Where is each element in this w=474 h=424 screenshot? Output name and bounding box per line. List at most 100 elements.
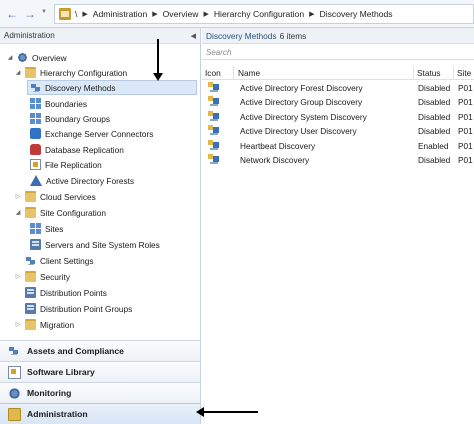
tree-item-distribution-point-groups[interactable]: Distribution Point Groups — [25, 301, 132, 316]
back-arrow-icon[interactable]: ← — [4, 5, 20, 23]
monitoring-icon — [8, 386, 21, 400]
folder-icon — [25, 271, 36, 282]
gear-icon — [17, 52, 28, 63]
row-status: Enabled — [418, 141, 449, 151]
chevron-right-icon: ▶ — [203, 11, 209, 18]
row-site: P01 — [458, 112, 473, 122]
navigation-pane-title: Administration — [4, 31, 55, 40]
row-status: Disabled — [418, 112, 451, 122]
tree-item-boundary-groups[interactable]: Boundary Groups — [30, 111, 110, 126]
expanded-icon[interactable]: ◢ — [6, 54, 14, 62]
table-row[interactable]: Heartbeat Discovery Enabled P01 — [202, 139, 474, 153]
results-title: Discovery Methods — [206, 30, 277, 41]
workspace-administration[interactable]: Administration — [0, 403, 200, 424]
row-name: Active Directory System Discovery — [240, 112, 367, 122]
folder-icon — [25, 207, 36, 218]
tree-item-overview[interactable]: ◢ Overview — [6, 50, 67, 65]
navigation-pane-header: Administration ◀ — [0, 28, 200, 44]
breadcrumb-overview[interactable]: Overview ▶ — [163, 9, 214, 19]
collapsed-icon[interactable]: ▷ — [14, 193, 22, 201]
tree-item-site-configuration[interactable]: ◢ Site Configuration — [14, 205, 106, 220]
column-divider[interactable] — [413, 66, 414, 80]
row-site: P01 — [458, 83, 473, 93]
row-status: Disabled — [418, 97, 451, 107]
chevron-right-icon: ▶ — [309, 11, 315, 18]
tree-item-servers-and-site-system-roles[interactable]: Servers and Site System Roles — [30, 237, 160, 252]
breadcrumb-hierarchy-configuration[interactable]: Hierarchy Configuration ▶ — [214, 9, 320, 19]
tree-item-migration[interactable]: ▷ Migration — [14, 317, 74, 332]
row-site: P01 — [458, 155, 473, 165]
forest-icon — [30, 175, 42, 186]
column-header-status[interactable]: Status — [417, 68, 441, 78]
row-site: P01 — [458, 126, 473, 136]
assets-icon — [8, 344, 21, 358]
breadcrumb-root[interactable]: \ ▶ — [75, 9, 93, 19]
table-row[interactable]: Network Discovery Disabled P01 — [202, 153, 474, 167]
collapse-pane-icon[interactable]: ◀ — [191, 32, 196, 40]
server-icon — [30, 239, 41, 250]
collapsed-icon[interactable]: ▷ — [14, 273, 22, 281]
discovery-method-icon — [208, 125, 219, 136]
breadcrumb-discovery-methods[interactable]: Discovery Methods — [320, 9, 393, 19]
row-name: Active Directory User Discovery — [240, 126, 357, 136]
forward-arrow-icon[interactable]: → — [22, 5, 38, 23]
table-header: Icon Name Status Site — [202, 66, 474, 80]
annotation-arrow-down — [153, 39, 163, 81]
chevron-right-icon: ▶ — [152, 11, 158, 18]
expanded-icon[interactable]: ◢ — [14, 209, 22, 217]
client-settings-icon — [25, 255, 36, 266]
expanded-icon[interactable]: ◢ — [14, 69, 22, 77]
column-header-icon[interactable]: Icon — [205, 68, 221, 78]
tree-item-active-directory-forests[interactable]: Active Directory Forests — [30, 173, 134, 188]
row-site: P01 — [458, 97, 473, 107]
tree-item-discovery-methods[interactable]: Discovery Methods — [27, 80, 197, 95]
row-site: P01 — [458, 141, 473, 151]
history-dropdown-icon[interactable]: ▼ — [41, 9, 49, 17]
search-placeholder: Search — [206, 47, 232, 57]
tree-item-client-settings[interactable]: Client Settings — [25, 253, 94, 268]
discovery-method-icon — [208, 140, 219, 151]
tree-item-file-replication[interactable]: File Replication — [30, 157, 102, 172]
distribution-point-icon — [25, 287, 36, 298]
folder-icon — [25, 67, 36, 78]
workspace-software-library[interactable]: Software Library — [0, 361, 200, 382]
folder-icon — [25, 191, 36, 202]
computers-icon — [30, 82, 41, 93]
tree-item-cloud-services[interactable]: ▷ Cloud Services — [14, 189, 96, 204]
workspace-assets-and-compliance[interactable]: Assets and Compliance — [0, 340, 200, 361]
collapsed-icon[interactable]: ▷ — [14, 321, 22, 329]
table-row[interactable]: Active Directory System Discovery Disabl… — [202, 110, 474, 124]
navigation-pane: Administration ◀ ◢ Overview ◢ Hierarchy … — [0, 28, 201, 424]
sites-icon — [30, 223, 41, 234]
tree-item-boundaries[interactable]: Boundaries — [30, 96, 87, 111]
column-header-site[interactable]: Site — [457, 68, 471, 78]
discovery-method-icon — [208, 111, 219, 122]
boundaries-icon — [30, 98, 41, 109]
discovery-method-icon — [208, 154, 219, 165]
table-row[interactable]: Active Directory Group Discovery Disable… — [202, 95, 474, 109]
document-icon — [30, 159, 41, 170]
tree-item-database-replication[interactable]: Database Replication — [30, 142, 124, 157]
breadcrumb-administration[interactable]: Administration ▶ — [93, 9, 163, 19]
tree-item-security[interactable]: ▷ Security — [14, 269, 70, 284]
column-header-name[interactable]: Name — [238, 68, 260, 78]
row-name: Active Directory Group Discovery — [240, 97, 363, 107]
database-icon — [30, 144, 41, 155]
search-input[interactable]: Search — [202, 45, 474, 60]
tree-item-distribution-points[interactable]: Distribution Points — [25, 285, 107, 300]
console-icon — [59, 8, 71, 20]
chevron-right-icon: ▶ — [82, 11, 88, 18]
tree-item-sites[interactable]: Sites — [30, 221, 63, 236]
tree-item-exchange-server-connectors[interactable]: Exchange Server Connectors — [30, 126, 153, 141]
tree-item-hierarchy-configuration[interactable]: ◢ Hierarchy Configuration — [14, 65, 127, 80]
table-row[interactable]: Active Directory User Discovery Disabled… — [202, 124, 474, 138]
column-divider[interactable] — [453, 66, 454, 80]
workspace-monitoring[interactable]: Monitoring — [0, 382, 200, 403]
table-row[interactable]: Active Directory Forest Discovery Disabl… — [202, 81, 474, 95]
item-count: 6 items — [279, 30, 307, 41]
column-divider[interactable] — [233, 66, 234, 80]
breadcrumb: \ ▶ Administration ▶ Overview ▶ Hierarchy C… — [54, 4, 474, 24]
folder-icon — [25, 319, 36, 330]
results-header: Discovery Methods 6 items — [202, 28, 474, 44]
discovery-method-icon — [208, 82, 219, 93]
